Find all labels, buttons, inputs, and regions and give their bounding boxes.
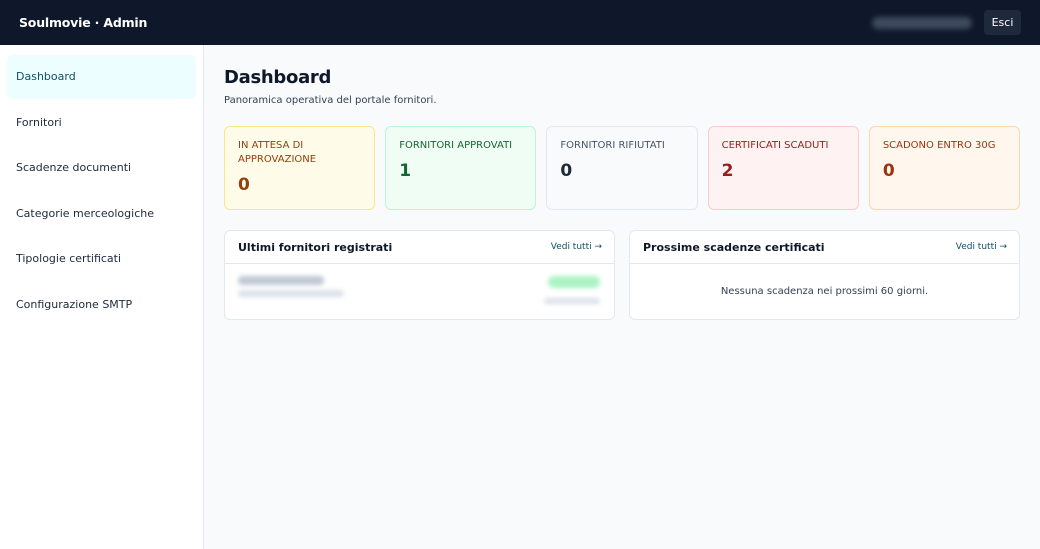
panel-header: Prossime scadenze certificati Vedi tutti…	[630, 231, 1019, 264]
panel-title: Ultimi fornitori registrati	[238, 240, 393, 254]
supplier-email-redacted	[238, 290, 344, 297]
sidebar-item-categorie-merceologiche[interactable]: Categorie merceologiche	[7, 192, 196, 236]
topbar-right: Esci	[872, 10, 1021, 35]
sidebar-item-fornitori[interactable]: Fornitori	[7, 101, 196, 145]
stat-label: SCADONO ENTRO 30G	[882, 140, 996, 151]
logout-button[interactable]: Esci	[984, 10, 1021, 35]
panel-latest-suppliers: Ultimi fornitori registrati Vedi tutti →	[224, 230, 615, 320]
panel-header: Ultimi fornitori registrati Vedi tutti →	[225, 231, 614, 264]
page-subtitle: Panoramica operativa del portale fornito…	[224, 95, 437, 106]
stat-card-expiring-30d: SCADONO ENTRO 30G 0	[868, 126, 1021, 210]
sidebar-item-tipologie-certificati[interactable]: Tipologie certificati	[7, 237, 196, 281]
user-email-redacted	[872, 16, 972, 29]
stat-card-expired-certificates: CERTIFICATI SCADUTI 2	[707, 126, 859, 210]
stat-label: CERTIFICATI SCADUTI	[721, 140, 829, 151]
main-content: Dashboard Panoramica operativa del porta…	[204, 45, 1040, 549]
sidebar-item-configurazione-smtp[interactable]: Configurazione SMTP	[7, 283, 196, 327]
stat-card-rejected: FORNITORI RIFIUTATI 0	[546, 126, 698, 210]
empty-state-message: Nessuna scadenza nei prossimi 60 giorni.	[720, 286, 929, 297]
stat-card-pending: IN ATTESA DI APPROVAZIONE 0	[224, 126, 376, 210]
top-navbar: Soulmovie · Admin Esci	[0, 0, 1040, 45]
brand-title: Soulmovie · Admin	[19, 15, 148, 30]
page-title: Dashboard	[224, 67, 332, 88]
stat-value: 1	[399, 161, 412, 181]
stat-card-approved: FORNITORI APPROVATI 1	[385, 126, 537, 210]
stats-row: IN ATTESA DI APPROVAZIONE 0 FORNITORI AP…	[224, 126, 1021, 210]
stat-label: FORNITORI RIFIUTATI	[560, 140, 665, 151]
stat-label: FORNITORI APPROVATI	[399, 140, 513, 151]
status-badge-redacted	[548, 276, 600, 288]
stat-value: 0	[560, 161, 573, 181]
sidebar: Dashboard Fornitori Scadenze documenti C…	[0, 45, 204, 549]
view-all-expirations-link[interactable]: Vedi tutti →	[956, 242, 1007, 252]
panel-body: Nessuna scadenza nei prossimi 60 giorni.	[630, 264, 1019, 319]
view-all-suppliers-link[interactable]: Vedi tutti →	[551, 242, 602, 252]
supplier-date-redacted	[544, 298, 600, 304]
panel-title: Prossime scadenze certificati	[643, 240, 825, 254]
sidebar-item-scadenze-documenti[interactable]: Scadenze documenti	[7, 146, 196, 190]
supplier-row-redacted[interactable]	[225, 264, 614, 319]
sidebar-item-dashboard[interactable]: Dashboard	[7, 55, 196, 99]
panel-upcoming-expirations: Prossime scadenze certificati Vedi tutti…	[629, 230, 1020, 320]
panels-row: Ultimi fornitori registrati Vedi tutti →…	[224, 230, 1020, 320]
stat-value: 0	[238, 175, 250, 195]
stat-value: 0	[882, 161, 895, 181]
supplier-name-redacted	[238, 276, 324, 285]
stat-label: IN ATTESA DI APPROVAZIONE	[238, 140, 317, 165]
stat-value: 2	[721, 161, 734, 181]
